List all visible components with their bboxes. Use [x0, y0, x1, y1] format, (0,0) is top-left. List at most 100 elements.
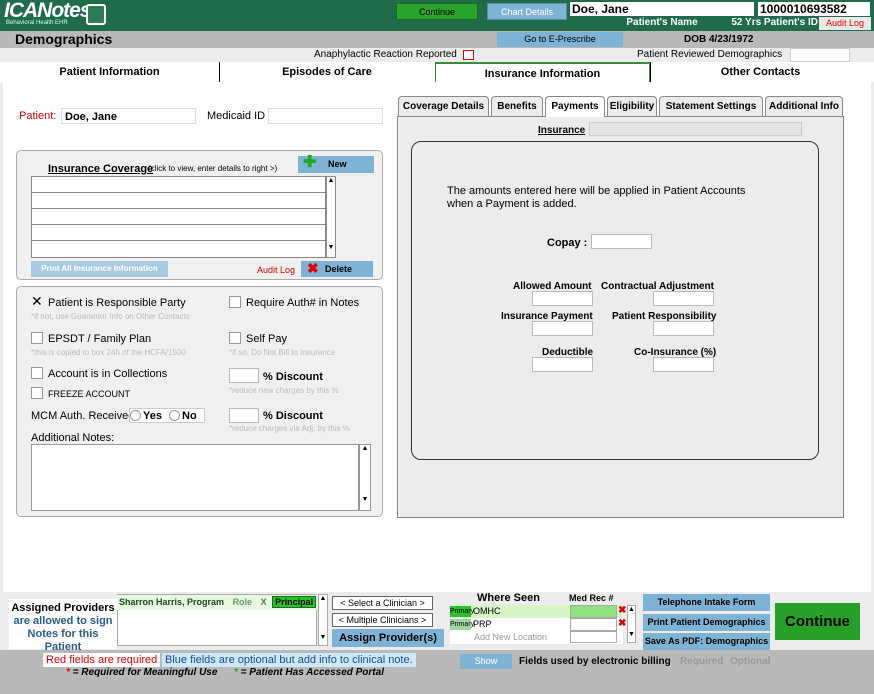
- legend-meaningful-use-text: = Required for Meaningful Use: [72, 667, 218, 678]
- epsdt-checkbox[interactable]: [31, 332, 43, 344]
- select-clinician-button[interactable]: < Select a Clinician >: [332, 596, 433, 610]
- remove-location-icon[interactable]: ✖: [618, 618, 626, 629]
- multiple-clinicians-button[interactable]: < Multiple Clinicians >: [332, 613, 433, 627]
- legend-portal: * = Patient Has Accessed Portal: [234, 667, 384, 678]
- scroll-up-icon[interactable]: ▲: [628, 606, 635, 613]
- audit-log-link[interactable]: Audit Log: [819, 17, 871, 30]
- scroll-down-icon[interactable]: ▼: [628, 631, 635, 638]
- patient-field[interactable]: Doe, Jane: [61, 108, 196, 124]
- plus-icon: ✚: [303, 154, 317, 171]
- print-demographics-button[interactable]: Print Patient Demographics: [643, 614, 770, 631]
- self-pay-checkbox[interactable]: [229, 332, 241, 344]
- coinsurance-field[interactable]: [653, 357, 714, 372]
- tab-insurance-information[interactable]: Insurance Information: [435, 62, 650, 82]
- legend-portal-text: = Patient Has Accessed Portal: [240, 667, 384, 678]
- app-logo: ICANotes Behavioral Health EHR: [2, 0, 110, 30]
- payments-info-text: The amounts entered here will be applied…: [447, 185, 746, 210]
- continue-button[interactable]: Continue: [775, 603, 860, 640]
- reviewed-demographics-field[interactable]: [790, 48, 850, 62]
- insurance-label: Insurance: [538, 125, 586, 136]
- med-rec-field-3[interactable]: [570, 631, 617, 643]
- provider-list-scrollbar[interactable]: ▲ ▼: [318, 594, 328, 646]
- reviewed-demographics-label: Patient Reviewed Demographics: [637, 49, 783, 60]
- subtab-benefits[interactable]: Benefits: [491, 96, 543, 116]
- patient-responsibility-field[interactable]: [653, 321, 714, 336]
- epsdt-label: EPSDT / Family Plan: [48, 333, 152, 345]
- subtab-additional-info[interactable]: Additional Info: [765, 96, 843, 116]
- insurance-name-field: [589, 122, 802, 136]
- require-auth-label: Require Auth# in Notes: [246, 297, 360, 309]
- eprescribe-button[interactable]: Go to E-Prescribe: [497, 32, 623, 47]
- list-item[interactable]: [32, 177, 325, 193]
- required-star-icon: *: [66, 667, 73, 678]
- provider-role[interactable]: Role: [233, 597, 253, 607]
- list-item[interactable]: [32, 225, 325, 241]
- contractual-adjustment-field[interactable]: [653, 291, 714, 306]
- legend-optional: Blue fields are optional but add info to…: [162, 653, 416, 667]
- epsdt-hint: *this is copied to box 24h of the HCFA/1…: [31, 348, 186, 357]
- copay-field[interactable]: [591, 234, 652, 249]
- continue-button-top[interactable]: Continue: [396, 3, 478, 20]
- principal-badge[interactable]: Principal: [272, 596, 317, 608]
- chart-details-button[interactable]: Chart Details: [487, 3, 567, 20]
- remove-provider-icon[interactable]: X: [261, 597, 267, 607]
- self-pay-hint: *if so, Do Not Bill to Insurance: [229, 348, 336, 357]
- scroll-up-icon[interactable]: ▲: [360, 445, 370, 452]
- scroll-up-icon[interactable]: ▲: [319, 595, 327, 602]
- medicaid-id-field[interactable]: [268, 108, 383, 124]
- list-item[interactable]: [32, 241, 325, 257]
- print-all-insurance-button[interactable]: Print All Insurance Information: [31, 261, 168, 277]
- insurance-payment-field[interactable]: [532, 321, 593, 336]
- tab-other-contacts[interactable]: Other Contacts: [650, 62, 870, 82]
- freeze-account-checkbox[interactable]: [31, 387, 43, 399]
- deductible-field[interactable]: [532, 357, 593, 372]
- allowed-amount-field[interactable]: [532, 291, 593, 306]
- insurance-coverage-title: Insurance Coverage: [48, 163, 154, 175]
- scroll-down-icon[interactable]: ▼: [360, 496, 370, 503]
- scroll-down-icon[interactable]: ▼: [319, 634, 327, 641]
- scroll-up-icon[interactable]: ▲: [327, 177, 335, 184]
- telephone-intake-button[interactable]: Telephone Intake Form: [643, 594, 770, 611]
- mcm-no-radio[interactable]: [169, 410, 180, 421]
- subtab-statement-settings[interactable]: Statement Settings: [659, 96, 763, 116]
- delete-x-icon: ✖: [307, 260, 319, 276]
- subtab-coverage-details[interactable]: Coverage Details: [398, 96, 489, 116]
- notes-scrollbar[interactable]: ▲ ▼: [359, 444, 371, 511]
- provider-row[interactable]: Sharron Harris, Program Role X Principal: [117, 595, 317, 610]
- tab-patient-information[interactable]: Patient Information: [0, 62, 220, 82]
- coverage-list-scrollbar[interactable]: ▲ ▼: [326, 176, 336, 258]
- scroll-down-icon[interactable]: ▼: [327, 244, 335, 251]
- remove-location-icon[interactable]: ✖: [618, 605, 626, 616]
- adjustment-discount-field[interactable]: [229, 408, 259, 423]
- mcm-auth-label: MCM Auth. Received: [31, 410, 135, 422]
- subtab-eligibility[interactable]: Eligibility: [607, 96, 657, 116]
- subtab-payments[interactable]: Payments: [545, 96, 605, 117]
- anaphylactic-checkbox[interactable]: [463, 50, 474, 60]
- coverage-audit-log-link[interactable]: Audit Log: [257, 265, 295, 275]
- collections-checkbox[interactable]: [31, 367, 43, 379]
- mcm-yes-radio[interactable]: [130, 410, 141, 421]
- med-rec-field-2[interactable]: [570, 618, 617, 631]
- discount-adj-hint: *reduce charges via Adj. by this %: [229, 424, 350, 433]
- legend-meaningful-use: * = Required for Meaningful Use: [66, 667, 217, 678]
- additional-notes-textarea[interactable]: [31, 444, 359, 511]
- med-rec-field-1[interactable]: [570, 605, 617, 618]
- insurance-coverage-list[interactable]: [31, 176, 326, 258]
- list-item[interactable]: [32, 193, 325, 209]
- where-seen-scrollbar[interactable]: ▲ ▼: [627, 605, 636, 643]
- save-pdf-button[interactable]: Save As PDF: Demographics: [643, 633, 770, 650]
- notebook-icon: [86, 4, 106, 25]
- list-item[interactable]: [32, 209, 325, 225]
- primary-tag[interactable]: Primary: [450, 606, 474, 618]
- logo-subtitle: Behavioral Health EHR: [6, 20, 68, 26]
- require-auth-checkbox[interactable]: [229, 296, 241, 308]
- responsible-party-checkbox[interactable]: ✕: [31, 294, 43, 308]
- provider-name: Sharron Harris, Program: [119, 597, 225, 607]
- show-billing-fields-button[interactable]: Show: [460, 654, 512, 669]
- primary-tag[interactable]: Primary: [450, 619, 474, 631]
- patient-label: Patient:: [19, 110, 57, 122]
- assign-providers-button[interactable]: Assign Provider(s): [332, 629, 444, 647]
- tab-episodes-of-care[interactable]: Episodes of Care: [220, 62, 434, 82]
- additional-notes-label: Additional Notes:: [31, 432, 115, 444]
- new-charges-discount-field[interactable]: [229, 368, 259, 383]
